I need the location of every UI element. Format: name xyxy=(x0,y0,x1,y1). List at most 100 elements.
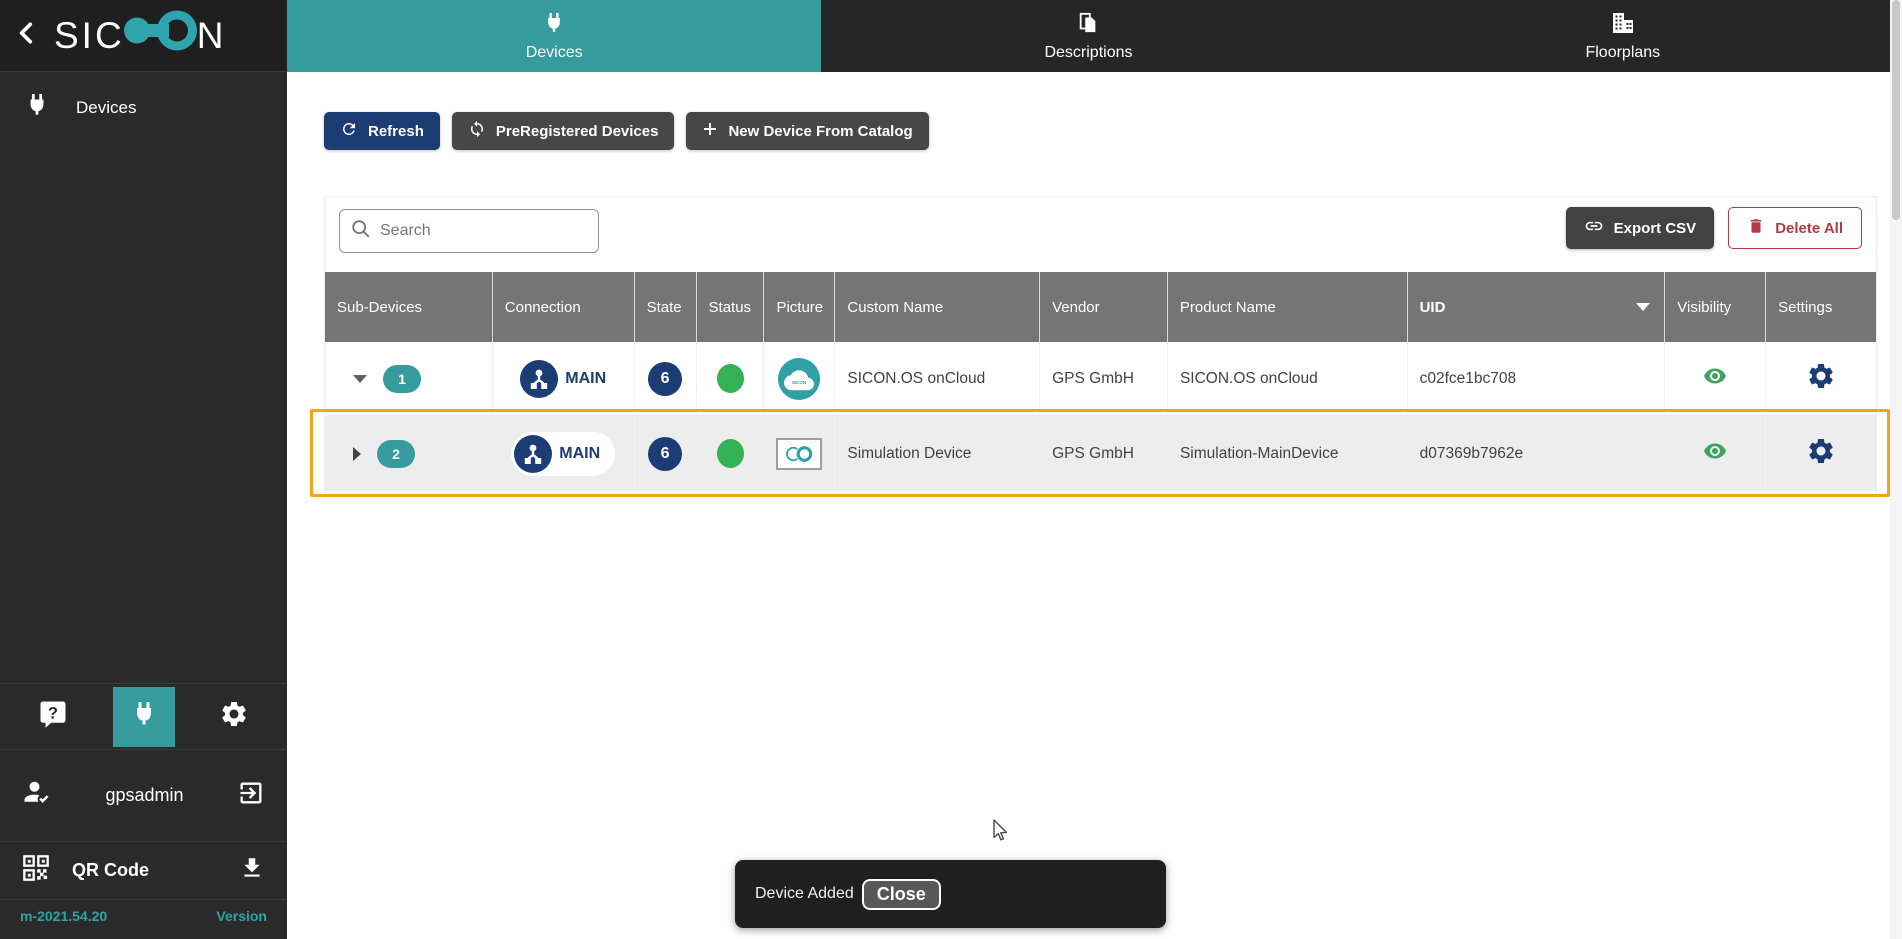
uid-cell: c02fce1bc708 xyxy=(1407,342,1665,415)
eye-icon[interactable] xyxy=(1700,439,1730,468)
vendor-cell: GPS GmbH xyxy=(1039,342,1167,415)
picture-logo-text: SICON xyxy=(792,380,806,385)
state-cell: 6 xyxy=(634,416,696,491)
qr-row: QR Code xyxy=(0,841,287,899)
settings-panel-button[interactable] xyxy=(203,687,265,747)
top-tabbar: Devices Descriptions Floorplans xyxy=(287,0,1890,72)
search-input[interactable] xyxy=(380,222,570,240)
logo-text-suffix: N xyxy=(197,15,227,57)
column-header-vendor[interactable]: Vendor xyxy=(1039,272,1167,342)
gear-icon xyxy=(219,699,249,734)
logout-icon[interactable] xyxy=(237,779,265,812)
settings-cell xyxy=(1765,416,1876,491)
sort-desc-icon xyxy=(1636,303,1650,311)
refresh-button[interactable]: Refresh xyxy=(324,112,440,150)
eye-icon[interactable] xyxy=(1700,364,1730,393)
vendor-cell: GPS GmbH xyxy=(1039,416,1167,491)
qr-icon[interactable] xyxy=(22,854,50,887)
column-header-custom-name[interactable]: Custom Name xyxy=(834,272,1039,342)
plug-icon xyxy=(132,700,156,733)
tab-devices[interactable]: Devices xyxy=(287,0,821,72)
trash-icon xyxy=(1747,217,1765,239)
expander-expanded-icon[interactable] xyxy=(353,375,367,383)
table-header: Sub-Devices Connection State Status Pict… xyxy=(325,272,1876,342)
search-box xyxy=(339,209,599,253)
devices-panel-button[interactable] xyxy=(113,687,175,747)
table-row-selected[interactable]: 2 MAIN 6 xyxy=(325,416,1876,491)
sidebar: SIC N Devices ? xyxy=(0,0,287,939)
column-header-status[interactable]: Status xyxy=(696,272,764,342)
column-header-picture[interactable]: Picture xyxy=(763,272,834,342)
state-badge: 6 xyxy=(648,437,682,471)
export-csv-label: Export CSV xyxy=(1614,220,1697,237)
preregistered-label: PreRegistered Devices xyxy=(496,123,659,140)
sub-devices-cell: 1 xyxy=(325,342,492,415)
app-window: SIC N Devices ? xyxy=(0,0,1902,939)
tab-floorplans[interactable]: Floorplans xyxy=(1356,0,1890,72)
gear-icon[interactable] xyxy=(1806,361,1836,396)
devices-table-card: Export CSV Delete All Sub-Devices Connec… xyxy=(324,196,1877,496)
toast-close-button[interactable]: Close xyxy=(862,879,941,910)
download-icon[interactable] xyxy=(239,855,265,886)
version-value: m-2021.54.20 xyxy=(20,908,107,924)
user-check-icon[interactable] xyxy=(22,778,52,813)
sub-device-count-badge: 1 xyxy=(383,365,421,393)
product-name-cell: Simulation-MainDevice xyxy=(1167,416,1407,491)
logo-mark-icon xyxy=(125,9,197,62)
status-online-dot xyxy=(717,364,744,393)
hub-icon xyxy=(514,435,552,473)
new-device-label: New Device From Catalog xyxy=(728,123,912,140)
column-header-sub-devices[interactable]: Sub-Devices xyxy=(325,272,492,342)
column-header-product-name[interactable]: Product Name xyxy=(1167,272,1407,342)
refresh-icon xyxy=(340,120,358,142)
search-icon xyxy=(350,218,372,245)
sub-device-count-badge: 2 xyxy=(377,440,415,468)
column-header-visibility[interactable]: Visibility xyxy=(1664,272,1765,342)
uid-header-label: UID xyxy=(1420,299,1446,316)
sidebar-item-devices[interactable]: Devices xyxy=(0,72,287,143)
column-header-settings[interactable]: Settings xyxy=(1765,272,1876,342)
back-button[interactable] xyxy=(0,20,54,51)
toast-notification: Device Added Close xyxy=(735,860,1166,928)
status-online-dot xyxy=(717,439,744,468)
vertical-scrollbar[interactable] xyxy=(1890,0,1902,939)
help-button[interactable]: ? xyxy=(22,687,84,747)
refresh-label: Refresh xyxy=(368,123,424,140)
picture-cell xyxy=(763,416,834,491)
picture-cell: SICON xyxy=(763,342,834,415)
qr-code-label[interactable]: QR Code xyxy=(50,860,239,881)
table-row[interactable]: 1 MAIN 6 xyxy=(325,342,1876,416)
table-actions-bar: Export CSV Delete All xyxy=(325,197,1876,272)
help-icon: ? xyxy=(38,699,68,734)
preregistered-devices-button[interactable]: PreRegistered Devices xyxy=(452,112,675,150)
hub-icon xyxy=(520,360,558,398)
sync-icon xyxy=(468,120,486,142)
version-row: m-2021.54.20 Version xyxy=(0,899,287,939)
logo-text-prefix: SIC xyxy=(54,15,125,57)
svg-text:?: ? xyxy=(48,704,58,722)
column-header-connection[interactable]: Connection xyxy=(492,272,634,342)
delete-all-button[interactable]: Delete All xyxy=(1728,207,1862,249)
toast-message: Device Added xyxy=(755,885,854,903)
connection-cell: MAIN xyxy=(492,342,634,415)
gear-icon[interactable] xyxy=(1806,436,1836,471)
column-header-uid[interactable]: UID xyxy=(1407,272,1665,342)
tab-descriptions[interactable]: Descriptions xyxy=(821,0,1355,72)
sidebar-item-label: Devices xyxy=(76,98,136,118)
status-cell xyxy=(696,342,764,415)
scrollbar-thumb[interactable] xyxy=(1892,0,1900,220)
custom-name-cell: Simulation Device xyxy=(834,416,1039,491)
column-header-state[interactable]: State xyxy=(634,272,696,342)
sidebar-quick-icons: ? xyxy=(0,683,287,749)
tab-label: Devices xyxy=(526,44,583,62)
delete-all-label: Delete All xyxy=(1775,220,1843,237)
user-row: gpsadmin xyxy=(0,749,287,841)
expander-collapsed-icon[interactable] xyxy=(353,447,361,461)
device-cloud-picture: SICON xyxy=(778,358,820,400)
main-content: Refresh PreRegistered Devices New Device… xyxy=(287,72,1890,939)
connection-label: MAIN xyxy=(565,370,606,388)
connection-label: MAIN xyxy=(559,445,600,463)
export-csv-button[interactable]: Export CSV xyxy=(1566,207,1715,249)
version-label: Version xyxy=(216,908,267,924)
new-device-from-catalog-button[interactable]: New Device From Catalog xyxy=(686,112,928,150)
